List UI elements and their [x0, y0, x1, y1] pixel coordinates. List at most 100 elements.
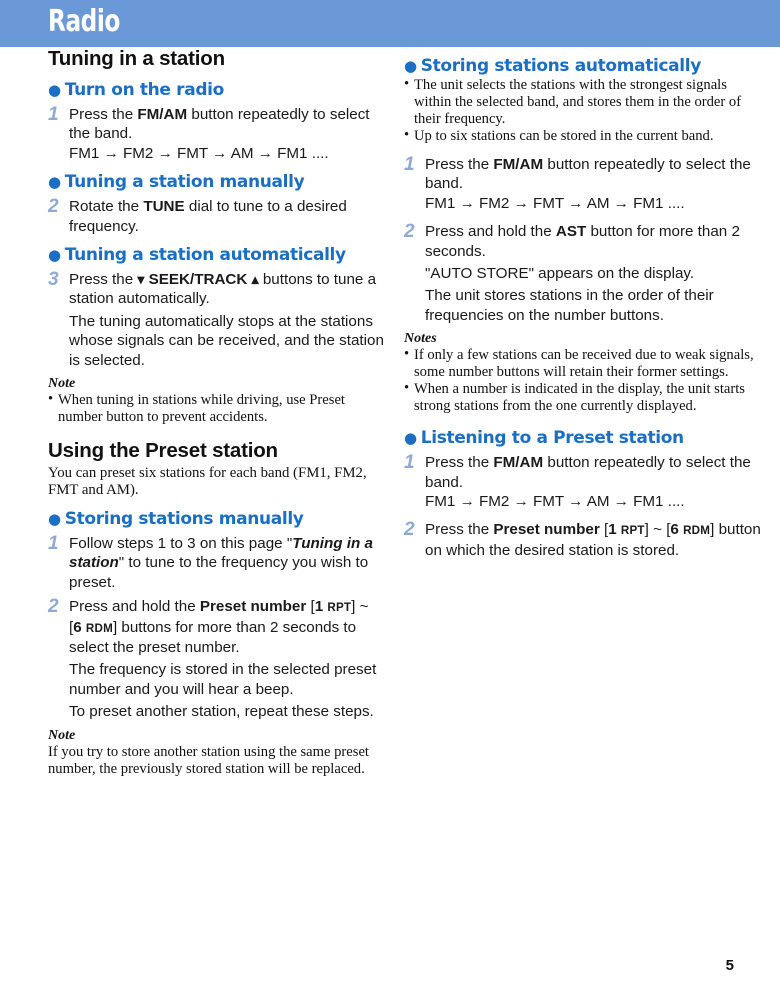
bullet-heading-label: Tuning a station automatically — [64, 245, 346, 266]
notes-label: Notes — [404, 331, 437, 347]
preset-low-function-rpt: RPT — [327, 601, 352, 615]
step-text: Press the ▾ SEEK/TRACK ▴ buttons to tune… — [69, 270, 390, 309]
bullet-dot-icon: ● — [48, 246, 61, 265]
step-item: 1 Press the FM/AM button repeatedly to s… — [404, 452, 762, 511]
step-item: 1 Press the FM/AM button repeatedly to s… — [404, 154, 762, 213]
band-sequence: FM1 → FM2 → FMT → AM → FM1 .... — [69, 144, 329, 162]
button-name-fm-am: FM/AM — [493, 454, 544, 472]
step-text-prefix: Rotate the — [69, 198, 144, 216]
step-number: 2 — [48, 596, 59, 618]
step-number: 2 — [404, 221, 415, 243]
note-label: Note — [48, 376, 76, 392]
note-label: Note — [48, 727, 76, 743]
note-bullet-icon: • — [404, 380, 410, 397]
step-item: 2 Rotate the TUNE dial to tune to a desi… — [48, 196, 390, 236]
step-text: Press the FM/AM button repeatedly to sel… — [425, 155, 762, 194]
bullet-dot-icon: ● — [48, 509, 61, 528]
band-sequence: FM1 → FM2 → FMT → AM → FM1 .... — [425, 194, 685, 212]
step-text-prefix: Press the — [425, 156, 494, 173]
step-number: 1 — [404, 452, 415, 474]
step-text-prefix: Press the — [69, 106, 138, 123]
button-name-seek-track: SEEK/TRACK — [148, 271, 248, 289]
note-item: • Up to six stations can be stored in the… — [404, 127, 762, 145]
step-detail-text: "AUTO STORE" appears on the display. — [425, 265, 695, 283]
bullet-dot-icon: ● — [48, 81, 61, 99]
button-name-preset-number: Preset number — [493, 521, 600, 539]
note-item: • When a number is indicated in the displ… — [404, 380, 762, 415]
step-number: 3 — [48, 269, 59, 291]
bullet-heading-listening-preset: ● Listening to a Preset station — [404, 428, 762, 448]
step-text-prefix: Press and hold the — [69, 598, 200, 616]
bullet-heading-label: Storing stations automatically — [420, 56, 702, 76]
preset-low-function-rpt: RPT — [620, 524, 645, 538]
note-bullet-icon: • — [404, 76, 410, 92]
step-number: 2 — [404, 519, 415, 541]
step-detail-text: The tuning automatically stops at the st… — [69, 312, 384, 369]
step-number: 1 — [48, 532, 59, 554]
step-text: Press and hold the Preset number [1 RPT]… — [69, 597, 390, 657]
bracket-open: [ — [599, 521, 609, 539]
step-text-prefix: Press the — [425, 521, 494, 539]
note-item: • When tuning in stations while driving, … — [48, 391, 390, 426]
note-text: The unit selects the stations with the s… — [414, 77, 742, 127]
bullet-heading-turn-on-radio: ● Turn on the radio — [48, 80, 390, 100]
button-name-tune: TUNE — [143, 198, 185, 216]
preset-high-number: 6 — [73, 618, 82, 636]
note-text: Up to six stations can be stored in the … — [414, 128, 714, 144]
step-item: 2 Press and hold the Preset number [1 RP… — [48, 596, 390, 721]
bullet-heading-label: Tuning a station manually — [64, 172, 305, 193]
page-header-bar: Radio — [0, 0, 780, 47]
note-bullet-icon: • — [404, 127, 410, 143]
bracket-open: [ — [306, 598, 315, 616]
step-text-prefix: Follow steps 1 to 3 on this page " — [69, 534, 293, 552]
bullet-heading-label: Listening to a Preset station — [420, 428, 684, 449]
step-item: 2 Press the Preset number [1 RPT] ~ [6 R… — [404, 519, 762, 560]
preset-low-number: 1 — [608, 521, 617, 539]
button-name-fm-am: FM/AM — [137, 106, 188, 123]
bullet-heading-label: Storing stations manually — [64, 508, 304, 529]
note-item: • If only a few stations can be received … — [404, 346, 762, 381]
step-number: 1 — [48, 104, 59, 125]
step-item: 1 Follow steps 1 to 3 on this page "Tuni… — [48, 532, 390, 592]
bullet-heading-tuning-automatically: ● Tuning a station automatically — [48, 245, 390, 265]
step-number: 2 — [48, 196, 59, 218]
step-detail-text: To preset another station, repeat these … — [69, 703, 374, 721]
preset-high-function-rdm: RDM — [683, 524, 711, 538]
step-text: Press the FM/AM button repeatedly to sel… — [69, 105, 390, 144]
section-title-tuning: Tuning in a station — [48, 47, 225, 70]
note-item: • The unit selects the stations with the … — [404, 76, 762, 128]
step-detail-text: The frequency is stored in the selected … — [69, 661, 377, 698]
note-text: If only a few stations can be received d… — [414, 347, 754, 381]
chevron-up-icon: ▴ — [251, 271, 259, 288]
preset-high-number: 6 — [670, 521, 679, 539]
bullet-heading-label: Turn on the radio — [64, 80, 225, 100]
step-text-prefix: Press the — [69, 271, 138, 289]
note-text: When tuning in stations while driving, u… — [58, 392, 345, 426]
left-column: Tuning in a station ● Turn on the radio 1… — [48, 47, 390, 778]
bullet-heading-storing-automatically: ● Storing stations automatically — [404, 56, 762, 76]
bullet-dot-icon: ● — [48, 173, 61, 192]
button-name-fm-am: FM/AM — [493, 156, 544, 173]
step-text-prefix: Press and hold the — [425, 223, 556, 241]
step-item: 2 Press and hold the AST button for more… — [404, 221, 762, 325]
intro-paragraph: You can preset six stations for each ban… — [48, 465, 367, 499]
preset-high-function-rdm: RDM — [85, 621, 113, 635]
step-detail-text: The unit stores stations in the order of… — [425, 287, 714, 324]
page-number: 5 — [725, 957, 734, 974]
bullet-dot-icon: ● — [404, 429, 417, 448]
step-text: Rotate the TUNE dial to tune to a desire… — [69, 197, 390, 236]
step-text: Press the Preset number [1 RPT] ~ [6 RDM… — [425, 520, 762, 560]
bullet-heading-storing-manually: ● Storing stations manually — [48, 509, 390, 529]
right-column: ● Storing stations automatically • The uni… — [404, 47, 762, 560]
note-bullet-icon: • — [404, 346, 410, 363]
preset-low-number: 1 — [314, 598, 324, 616]
section-title-preset-station: Using the Preset station — [48, 439, 278, 463]
bullet-dot-icon: ● — [404, 57, 417, 75]
band-sequence: FM1 → FM2 → FMT → AM → FM1 .... — [425, 493, 685, 511]
step-item: 3 Press the ▾ SEEK/TRACK ▴ buttons to tu… — [48, 269, 390, 370]
note-bullet-icon: • — [48, 391, 54, 408]
step-item: 1 Press the FM/AM button repeatedly to s… — [48, 104, 390, 163]
bracket-mid: ] ~ [ — [644, 521, 671, 539]
step-text: Press and hold the AST button for more t… — [425, 222, 762, 261]
